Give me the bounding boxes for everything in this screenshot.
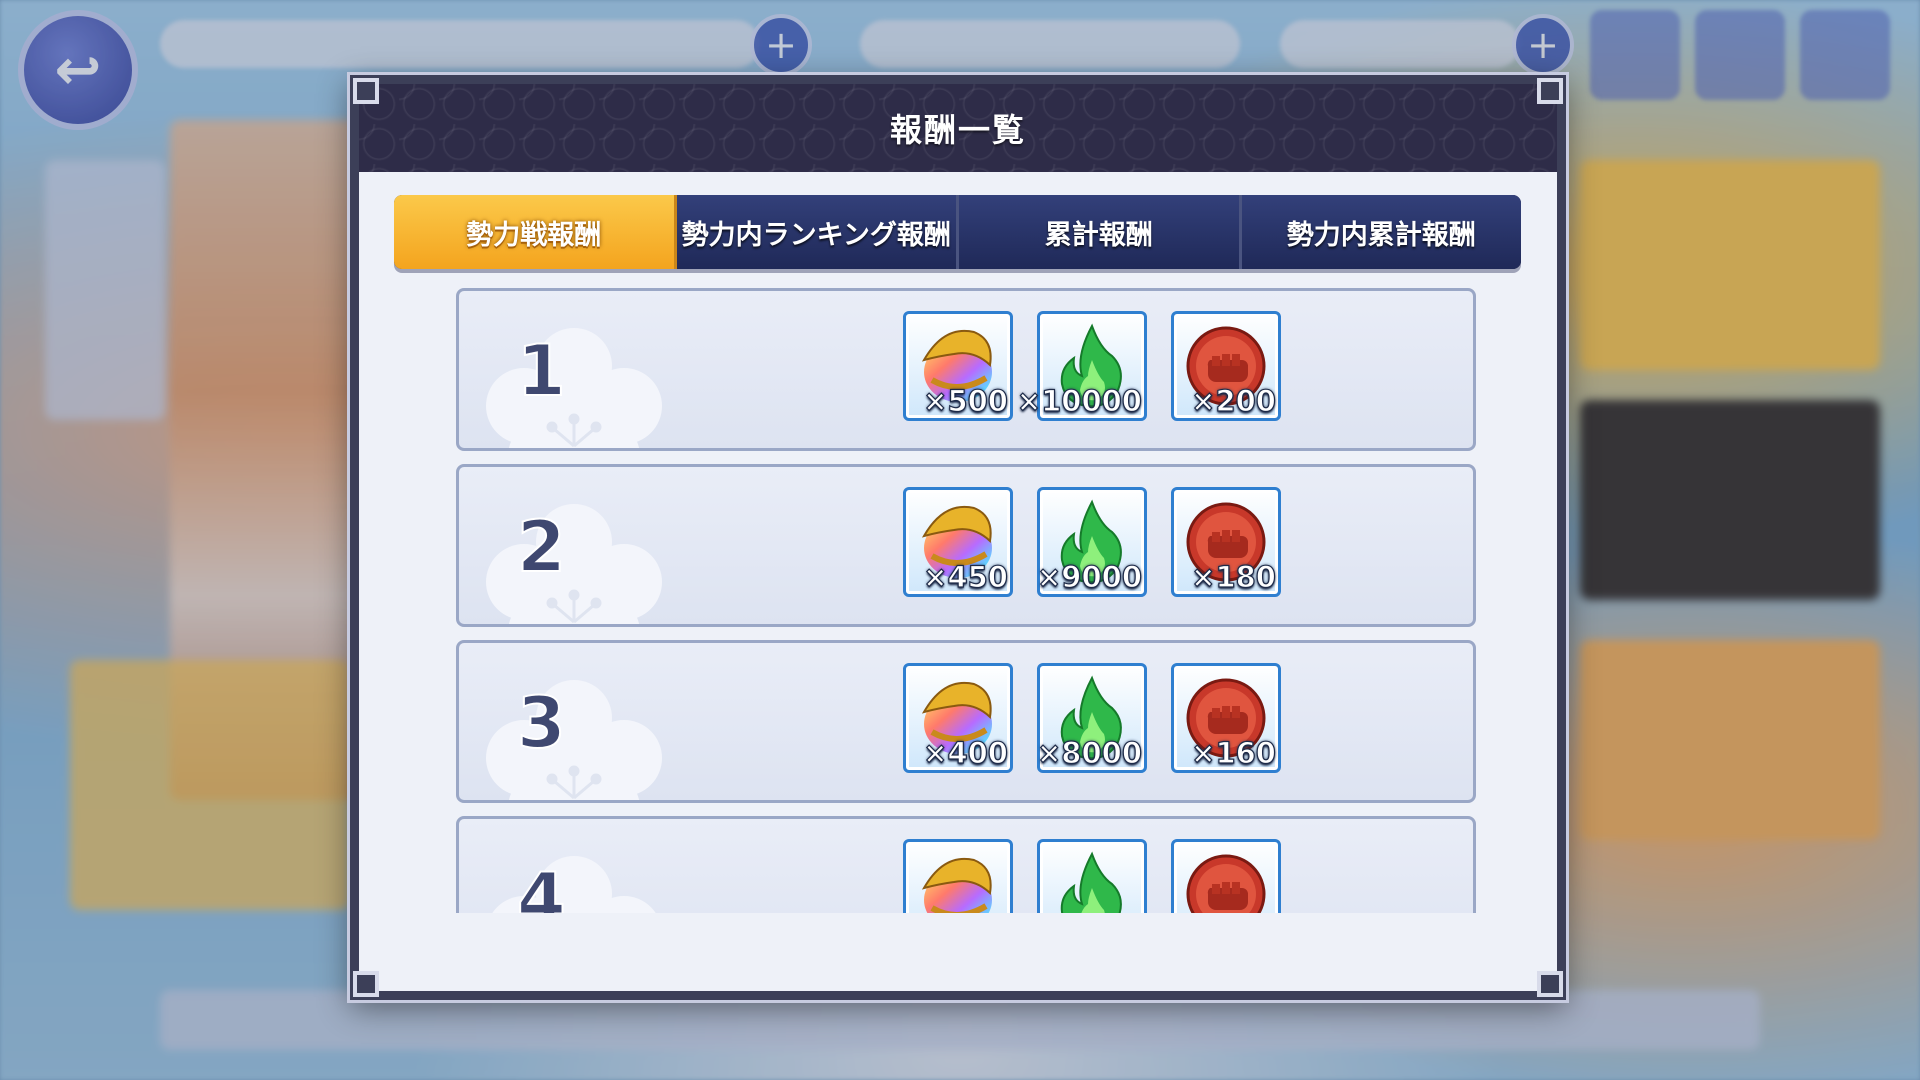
reward-item[interactable]	[903, 839, 1013, 913]
reward-item[interactable]	[1037, 839, 1147, 913]
reward-item[interactable]: ×400	[903, 663, 1013, 773]
item-quantity: ×160	[1191, 735, 1277, 770]
reward-item[interactable]: ×9000	[1036, 487, 1147, 597]
rainbow-orb-icon	[921, 857, 992, 913]
tab-faction-cumulative-reward[interactable]: 勢力内累計報酬	[1241, 195, 1521, 269]
red-fist-medal-icon	[1186, 854, 1266, 913]
reward-items	[903, 839, 1281, 913]
reward-item[interactable]: ×8000	[1036, 663, 1147, 773]
item-quantity: ×400	[923, 735, 1009, 770]
item-quantity: ×450	[923, 559, 1009, 594]
tab-faction-ranking-reward[interactable]: 勢力内ランキング報酬	[676, 195, 959, 269]
reward-item[interactable]: ×200	[1171, 311, 1281, 421]
corner-ornament	[353, 78, 379, 104]
corner-ornament	[1537, 78, 1563, 104]
tab-faction-battle-reward[interactable]: 勢力戦報酬	[394, 195, 677, 269]
item-quantity: ×200	[1191, 383, 1277, 418]
green-flame-icon	[1060, 851, 1122, 913]
item-quantity: ×9000	[1036, 559, 1142, 594]
reward-tabs: 勢力戦報酬 勢力内ランキング報酬 累計報酬 勢力内累計報酬	[394, 195, 1521, 269]
reward-items: ×400 ×8000 ×160	[903, 663, 1281, 773]
rank-number: 4	[516, 858, 567, 913]
item-quantity: ×180	[1191, 559, 1277, 594]
reward-row: 3 ×400 ×8000 ×160	[456, 640, 1476, 803]
item-quantity: ×500	[923, 383, 1009, 418]
corner-ornament	[1537, 971, 1563, 997]
tab-cumulative-reward[interactable]: 累計報酬	[959, 195, 1242, 269]
reward-row: 2 ×450 ×9000 ×180	[456, 464, 1476, 627]
reward-item[interactable]: ×450	[903, 487, 1013, 597]
rank-number: 3	[516, 682, 567, 764]
item-quantity: ×8000	[1036, 735, 1142, 770]
reward-items: ×450 ×9000 ×180	[903, 487, 1281, 597]
dialog-title: 報酬一覧	[889, 111, 1026, 149]
reward-item[interactable]	[1171, 839, 1281, 913]
reward-row: 1 ×500 ×10000 ×200	[456, 288, 1476, 451]
reward-item[interactable]: ×160	[1171, 663, 1281, 773]
reward-items: ×500 ×10000 ×200	[903, 311, 1281, 421]
reward-item[interactable]: ×10000	[1016, 311, 1147, 421]
rank-number: 2	[516, 506, 567, 588]
reward-item[interactable]: ×180	[1171, 487, 1281, 597]
reward-row: 4	[456, 816, 1476, 913]
rank-number: 1	[516, 330, 567, 412]
reward-item[interactable]: ×500	[903, 311, 1013, 421]
corner-ornament	[353, 971, 379, 997]
reward-list[interactable]: 1 ×500 ×10000 ×200 2 ×450 ×9000 ×180 3 ×…	[456, 288, 1476, 913]
reward-list-dialog: 報酬一覧 勢力戦報酬 勢力内ランキング報酬 累計報酬 勢力内累計報酬 1 ×50…	[350, 75, 1566, 1000]
dialog-header: 報酬一覧	[359, 84, 1557, 172]
item-quantity: ×10000	[1016, 383, 1142, 418]
